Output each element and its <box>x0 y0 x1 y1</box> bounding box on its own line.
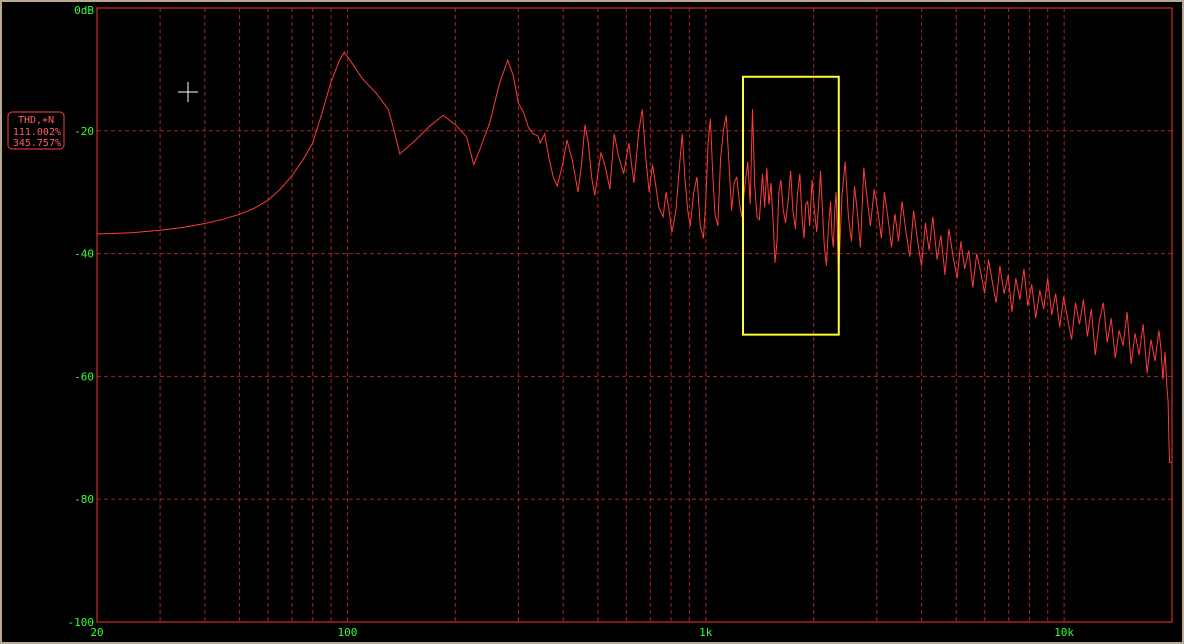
y-tick-labels: 0dB-20-40-60-80-100 <box>68 4 95 629</box>
x-tick-label: 100 <box>338 626 358 639</box>
y-tick-label: 0dB <box>74 4 94 17</box>
thd-value-2: 345.757% <box>13 138 61 149</box>
y-tick-label: -80 <box>74 493 94 506</box>
crosshair-cursor-icon <box>178 82 198 102</box>
thd-label: THD,+N <box>18 115 54 126</box>
x-tick-label: 10k <box>1054 626 1074 639</box>
y-tick-label: -40 <box>74 248 94 261</box>
highlight-box[interactable] <box>741 75 840 336</box>
y-tick-label: -20 <box>74 125 94 138</box>
minor-gridlines <box>159 8 1049 622</box>
analyzer-window: 0dB -20 -40 -60 -80 -100 20 100 1k 10k THD,+N 11… <box>0 0 1184 644</box>
thd-value-1: 111.002% <box>13 127 61 138</box>
major-gridlines <box>96 7 1173 623</box>
x-tick-label: 20 <box>90 626 103 639</box>
thd-badge: THD,+N 111.002% 345.757% <box>7 111 65 150</box>
plot-frame <box>96 7 1173 623</box>
x-tick-label: 1k <box>699 626 713 639</box>
spectrum-plot: 0dB-20-40-60-80-100 20 100 1k 10k THD,+N 11… <box>7 4 1173 639</box>
x-tick-labels: 20 100 1k 10k <box>90 626 1074 639</box>
series-line <box>96 51 1172 463</box>
y-tick-label: -60 <box>74 370 94 383</box>
series-layer <box>96 51 1172 463</box>
